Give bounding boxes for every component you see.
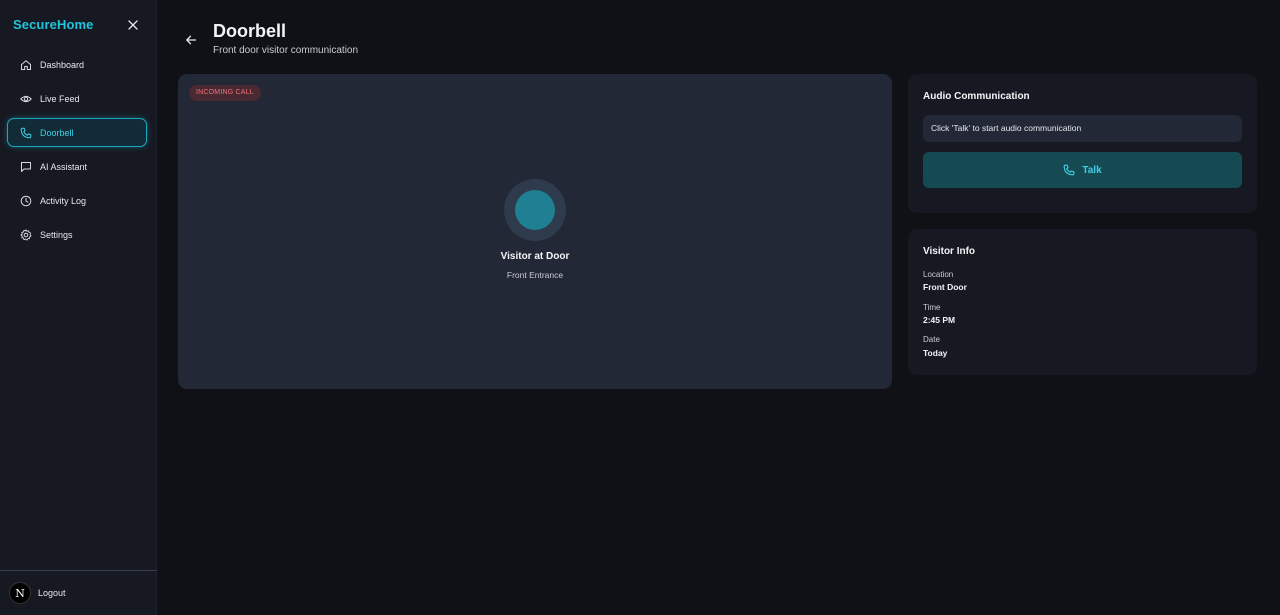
chat-icon xyxy=(19,160,32,173)
sidebar-item-live-feed[interactable]: Live Feed xyxy=(7,84,147,113)
sidebar-item-settings[interactable]: Settings xyxy=(7,220,147,249)
back-button[interactable] xyxy=(183,32,199,48)
sidebar-item-label: Activity Log xyxy=(40,195,87,206)
close-sidebar-button[interactable] xyxy=(126,18,140,32)
incoming-call-badge: INCOMING CALL xyxy=(189,85,261,101)
eye-icon xyxy=(19,92,32,105)
sidebar-item-doorbell[interactable]: Doorbell xyxy=(7,118,147,147)
card-title: Visitor Info xyxy=(923,246,976,257)
visitor-avatar xyxy=(504,179,566,241)
app-root: SecureHome Dashboard Live Feed Doorbell … xyxy=(0,0,1280,615)
info-value-location: Front Door xyxy=(923,282,967,292)
sidebar-item-label: Doorbell xyxy=(40,127,74,138)
card-title: Audio Communication xyxy=(923,91,1030,102)
sidebar-footer: N Logout xyxy=(0,570,157,615)
talk-button-label: Talk xyxy=(1082,164,1102,176)
brand-logo: SecureHome xyxy=(13,17,94,32)
page-title: Doorbell xyxy=(213,21,287,41)
phone-icon xyxy=(19,126,32,139)
gear-icon xyxy=(19,228,32,241)
info-value-time: 2:45 PM xyxy=(923,315,956,325)
sidebar-nav: Dashboard Live Feed Doorbell AI Assistan… xyxy=(7,50,147,254)
sidebar-item-ai-assistant[interactable]: AI Assistant xyxy=(7,152,147,181)
call-panel: INCOMING CALL Visitor at Door Front Entr… xyxy=(178,74,892,389)
arrow-left-icon xyxy=(186,35,197,45)
visitor-title: Visitor at Door xyxy=(500,251,570,262)
talk-button[interactable]: Talk xyxy=(923,152,1242,188)
info-value-date: Today xyxy=(923,348,948,358)
sidebar-item-label: AI Assistant xyxy=(40,161,88,172)
sidebar-item-label: Settings xyxy=(40,229,73,240)
info-label-location: Location xyxy=(923,270,954,279)
visitor-avatar-core xyxy=(515,190,555,230)
page-subtitle: Front door visitor communication xyxy=(213,45,359,56)
sidebar-item-dashboard[interactable]: Dashboard xyxy=(7,50,147,79)
close-icon xyxy=(128,20,138,30)
sidebar-item-label: Dashboard xyxy=(40,59,85,70)
avatar[interactable]: N xyxy=(9,582,31,604)
phone-icon xyxy=(1063,164,1076,177)
clock-icon xyxy=(19,194,32,207)
visitor-location: Front Entrance xyxy=(506,270,564,280)
audio-communication-card: Audio Communication Click 'Talk' to star… xyxy=(908,74,1257,213)
home-icon xyxy=(19,58,32,71)
visitor-info-card: Visitor Info Location Front Door Time 2:… xyxy=(908,229,1257,375)
info-label-date: Date xyxy=(923,335,940,344)
sidebar-item-activity-log[interactable]: Activity Log xyxy=(7,186,147,215)
sidebar-item-label: Live Feed xyxy=(40,93,80,104)
info-label-time: Time xyxy=(923,303,941,312)
logout-button[interactable]: Logout xyxy=(38,588,66,598)
audio-status-text: Click 'Talk' to start audio communicatio… xyxy=(923,115,1242,142)
sidebar: SecureHome Dashboard Live Feed Doorbell … xyxy=(0,0,157,615)
